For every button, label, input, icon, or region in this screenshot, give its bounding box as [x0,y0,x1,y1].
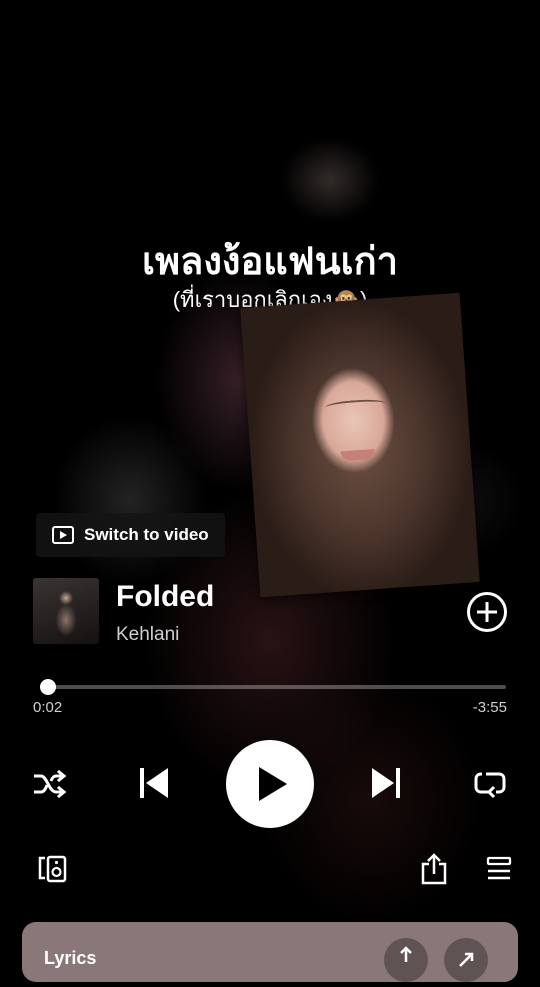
share-icon [421,853,447,885]
expand-icon [459,952,474,967]
progress-bar[interactable] [39,679,506,695]
queue-button[interactable] [485,855,513,883]
sticker-mouth [340,449,376,462]
video-icon [52,526,74,544]
lyrics-share-button[interactable] [384,938,428,982]
remaining-time: -3:55 [472,699,507,716]
elapsed-time: 0:02 [33,699,63,716]
play-button[interactable] [226,740,314,828]
track-artist[interactable]: Kehlani [116,624,179,646]
previous-button[interactable] [136,765,172,801]
connect-device-icon [38,855,67,883]
skip-next-icon [372,768,400,798]
progress-handle[interactable] [39,679,56,695]
shuffle-button[interactable] [30,766,68,802]
share-icon [400,946,412,962]
queue-icon [486,856,512,880]
skip-previous-icon [140,768,168,798]
lyrics-label: Lyrics [44,948,97,968]
sticker-brow [324,398,386,413]
share-button[interactable] [420,852,448,886]
switch-to-video-button[interactable]: Switch to video [36,513,225,557]
shuffle-icon [34,769,67,799]
connect-device-button[interactable] [36,853,70,885]
lyrics-expand-button[interactable] [444,938,488,982]
selfie-sticker-image [240,292,480,598]
switch-to-video-label: Switch to video [84,525,209,544]
track-title[interactable]: Folded [116,580,214,614]
repeat-icon [474,772,506,799]
add-to-library-button[interactable] [467,592,507,632]
album-cover[interactable] [33,578,99,644]
repeat-button[interactable] [471,766,509,802]
next-button[interactable] [368,765,404,801]
lyrics-card[interactable]: Lyrics [22,922,518,982]
